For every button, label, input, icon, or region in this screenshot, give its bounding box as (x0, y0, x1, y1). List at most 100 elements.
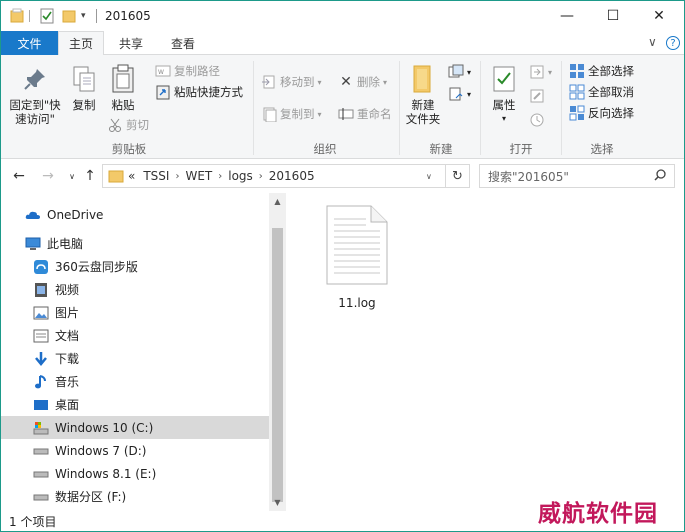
chevron-down-icon: ∨ (69, 171, 75, 181)
easy-access-icon (448, 86, 464, 102)
properties-dropdown-icon[interactable]: ▾ (502, 112, 506, 126)
forward-button[interactable]: → (39, 167, 57, 185)
new-item-button[interactable]: ▾ (448, 63, 471, 81)
nav-item-desktop[interactable]: 桌面 (1, 393, 269, 416)
tab-home[interactable]: 主页 (58, 31, 104, 56)
open-icon (529, 64, 545, 80)
qa-separator (29, 7, 30, 25)
properties-button[interactable]: 属性 ▾ (487, 63, 521, 126)
nav-label: 此电脑 (47, 237, 84, 251)
nav-item-drive-c[interactable]: Windows 10 (C:) (1, 416, 269, 439)
pc-icon (25, 236, 41, 252)
breadcrumb-item[interactable]: TSSI (143, 169, 169, 183)
search-icon[interactable] (654, 169, 666, 184)
breadcrumb-item[interactable]: WET (185, 169, 212, 183)
ribbon-separator (253, 61, 254, 155)
up-button[interactable]: ↑ (81, 167, 99, 185)
nav-item-drive-f[interactable]: 数据分区 (F:) (1, 485, 269, 508)
ribbon-tabs: 文件 主页 共享 查看 ∨ ? (1, 31, 684, 56)
copy-button[interactable]: 复制 (67, 63, 101, 112)
easy-access-button[interactable]: ▾ (448, 85, 471, 103)
picture-icon (33, 305, 49, 321)
breadcrumb-item[interactable]: 201605 (269, 169, 315, 183)
minimize-button[interactable]: — (544, 1, 590, 31)
move-to-button[interactable]: 移动到 ▾ (261, 73, 322, 91)
paste-shortcut-label: 粘贴快捷方式 (174, 85, 243, 99)
collapse-ribbon-icon[interactable]: ∨ (648, 35, 657, 49)
copy-path-icon: W (155, 63, 171, 79)
copy-label: 复制 (72, 98, 96, 112)
breadcrumb-chevron-icon[interactable]: › (259, 171, 263, 182)
paste-shortcut-icon (155, 84, 171, 100)
file-list[interactable]: 11.log (287, 193, 684, 511)
file-item[interactable]: 11.log (321, 205, 393, 315)
ribbon-separator (480, 61, 481, 155)
nav-item-drive-d[interactable]: Windows 7 (D:) (1, 439, 269, 462)
qa-customize-icon[interactable]: ▾ (81, 7, 86, 25)
edit-icon (529, 88, 545, 104)
nav-item-drive-e[interactable]: Windows 8.1 (E:) (1, 462, 269, 485)
desktop-icon (33, 397, 49, 413)
nav-item-onedrive[interactable]: OneDrive (1, 203, 269, 226)
scroll-thumb[interactable] (272, 228, 283, 502)
qa-properties-icon[interactable] (39, 7, 55, 25)
scroll-down-icon[interactable]: ▼ (269, 494, 286, 511)
new-folder-button[interactable]: 新建 文件夹 (404, 63, 442, 126)
nav-item-this-pc[interactable]: 此电脑 (1, 232, 269, 255)
edit-button[interactable] (529, 87, 548, 105)
properties-label: 属性 (492, 98, 516, 112)
clipboard-group-label: 剪贴板 (111, 142, 147, 156)
nav-item-pictures[interactable]: 图片 (1, 301, 269, 324)
nav-item-documents[interactable]: 文档 (1, 324, 269, 347)
scroll-up-icon[interactable]: ▲ (269, 193, 286, 210)
address-bar[interactable]: « TSSI › WET › logs › 201605 ∨ ↻ (102, 164, 470, 188)
copy-to-button[interactable]: 复制到 ▾ (261, 105, 322, 123)
nav-scrollbar[interactable]: ▲ ▼ (269, 193, 286, 511)
recent-locations-button[interactable]: ∨ (63, 167, 81, 185)
move-to-icon (261, 74, 277, 90)
rename-button[interactable]: 重命名 (338, 105, 392, 123)
nav-item-360-cloud[interactable]: 360云盘同步版 (1, 255, 269, 278)
nav-item-downloads[interactable]: 下载 (1, 347, 269, 370)
qa-new-folder-icon[interactable] (61, 7, 77, 25)
close-button[interactable]: ✕ (636, 1, 682, 31)
scissors-icon (107, 117, 123, 133)
pin-quick-access-button[interactable]: 固定到"快 速访问" (7, 63, 63, 126)
address-row: ← → ∨ ↑ « TSSI › WET › logs › 201605 ∨ ↻… (1, 159, 684, 193)
refresh-icon[interactable]: ↻ (445, 165, 469, 187)
delete-button[interactable]: ✕ 删除 ▾ (338, 73, 387, 91)
cut-button[interactable]: 剪切 (107, 116, 149, 134)
invert-selection-button[interactable]: 反向选择 (569, 104, 634, 122)
search-placeholder: 搜索"201605" (488, 169, 569, 184)
copy-path-button[interactable]: W 复制路径 (155, 62, 220, 80)
nav-label: OneDrive (47, 207, 104, 222)
nav-label: Windows 7 (D:) (55, 443, 147, 458)
history-button[interactable] (529, 111, 548, 129)
back-button[interactable]: ← (10, 167, 28, 185)
breadcrumb-overflow[interactable]: « (128, 169, 135, 183)
help-icon[interactable]: ? (666, 36, 680, 50)
tab-file[interactable]: 文件 (1, 31, 58, 55)
download-icon (33, 351, 49, 367)
select-none-button[interactable]: 全部取消 (569, 83, 634, 101)
copy-to-label: 复制到 (280, 107, 315, 121)
ribbon: 固定到"快 速访问" 复制 粘贴 W 复制路径 粘贴快捷方式 剪切 剪贴板 移动… (1, 55, 684, 159)
maximize-button[interactable]: ☐ (590, 1, 636, 31)
breadcrumb-chevron-icon[interactable]: › (218, 171, 222, 182)
rename-icon (338, 106, 354, 122)
tab-view[interactable]: 查看 (161, 31, 205, 55)
select-all-button[interactable]: 全部选择 (569, 62, 634, 80)
breadcrumb-item[interactable]: logs (228, 169, 253, 183)
address-dropdown-icon[interactable]: ∨ (426, 172, 432, 181)
item-count: 1 个项目 (9, 514, 57, 529)
folder-icon (108, 169, 124, 183)
open-button[interactable]: ▾ (529, 63, 552, 81)
breadcrumb-chevron-icon[interactable]: › (175, 171, 179, 182)
tab-share[interactable]: 共享 (109, 31, 153, 55)
paste-shortcut-button[interactable]: 粘贴快捷方式 (155, 83, 243, 101)
search-input[interactable]: 搜索"201605" (479, 164, 675, 188)
paste-button[interactable]: 粘贴 (105, 63, 141, 112)
nav-item-videos[interactable]: 视频 (1, 278, 269, 301)
cut-label: 剪切 (126, 118, 149, 132)
nav-item-music[interactable]: 音乐 (1, 370, 269, 393)
